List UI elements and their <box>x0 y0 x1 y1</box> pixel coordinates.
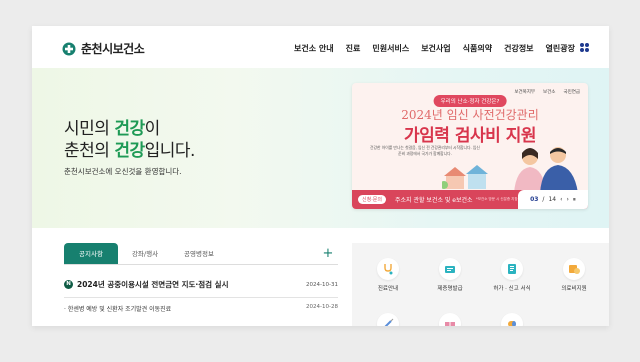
quick-item-vaccination[interactable] <box>360 313 416 326</box>
hero-line1-highlight: 건강 <box>114 119 145 139</box>
money-icon <box>563 258 585 280</box>
slide-current: 03 <box>530 196 539 203</box>
notice-item[interactable]: · 한센병 예방 및 신환자 조기발견 이동진료 2024-10-28 <box>64 304 338 313</box>
hero-line2-post: 입니다. <box>144 141 196 161</box>
grid-menu-icon[interactable] <box>580 43 589 52</box>
header: 춘천시보건소 보건소 안내 진료 민원서비스 보건사업 식품의약 건강정보 열린… <box>32 26 609 68</box>
quick-label: 제증명발급 <box>437 286 463 292</box>
banner-description: 건강한 아이를 만나는 첫걸음, 임신 전 건강관리부터 시작합니다. 임신 준… <box>370 145 480 156</box>
syringe-icon <box>377 313 399 326</box>
quick-label: 진료안내 <box>377 286 399 292</box>
gift-icon <box>439 313 461 326</box>
nav-item-treatment[interactable]: 진료 <box>346 43 361 54</box>
banner-bottom-note: *보건소 방문 시 신분증 지참 <box>476 197 518 201</box>
quick-label: 허가 · 신고 서식 <box>493 286 531 292</box>
banner-logo-health-center: 보건소 <box>543 90 556 95</box>
logo-mark-icon <box>62 42 76 55</box>
slide-total: 14 <box>548 196 557 203</box>
notice-title[interactable]: 2024년 공중이용시설 전면금연 지도·점검 실시 <box>77 279 228 290</box>
notice-item[interactable]: N 2024년 공중이용시설 전면금연 지도·점검 실시 2024-10-31 <box>64 279 338 290</box>
new-badge: N <box>64 280 73 289</box>
main-nav: 보건소 안내 진료 민원서비스 보건사업 식품의약 건강정보 열린광장 <box>294 43 575 54</box>
notice-title[interactable]: · 한센병 예방 및 신환자 조기발견 이동진료 <box>64 304 171 313</box>
nav-item-health-projects[interactable]: 보건사업 <box>421 43 450 54</box>
nav-item-open-forum[interactable]: 열린광장 <box>546 43 575 54</box>
banner-bottom-text: 주소지 관할 보건소 및 e보건소 <box>395 197 473 204</box>
quick-item-gift[interactable] <box>422 313 478 326</box>
banner-logo-pension: 국민연금 <box>563 90 580 95</box>
banner-tag: 신청·문의 <box>358 195 386 204</box>
couple-illustration-icon <box>514 147 578 193</box>
quick-item-treatment-guide[interactable]: 진료안내 <box>360 258 416 292</box>
slider-controls: 03 / 14 ‹ › ⏸ <box>518 190 588 209</box>
tab-spacer <box>226 243 318 265</box>
pause-icon[interactable]: ⏸ <box>573 196 576 204</box>
nav-item-about[interactable]: 보건소 안내 <box>294 43 334 54</box>
banner-logos: 보건복지부 보건소 국민연금 <box>514 89 580 95</box>
notice-date: 2024-10-31 <box>306 281 338 288</box>
quick-item-medical-support[interactable]: 의료비지원 <box>546 258 602 292</box>
medicine-icon <box>501 313 523 326</box>
house-illustration-icon <box>442 165 488 189</box>
nav-item-food-drug[interactable]: 식품의약 <box>463 43 492 54</box>
banner-bottom-bar: 신청·문의 주소지 관할 보건소 및 e보건소 *보건소 방문 시 신분증 지참… <box>352 190 588 209</box>
quick-item-certificate[interactable]: 제증명발급 <box>422 258 478 292</box>
hero-line1-pre: 시민의 <box>64 119 115 139</box>
hero-title: 시민의 건강이 춘천의 건강입니다. <box>64 118 195 162</box>
hero-line1-post: 이 <box>144 119 161 139</box>
quick-item-medicine[interactable] <box>484 313 540 326</box>
hero-line2-pre: 춘천의 <box>64 141 115 161</box>
document-icon <box>501 258 523 280</box>
notice-tabs: 공지사항 강좌/행사 공영병정보 + <box>64 243 338 265</box>
quick-label: 의료비지원 <box>561 286 587 292</box>
tab-lectures-events[interactable]: 강좌/행사 <box>118 243 172 265</box>
stethoscope-icon <box>377 258 399 280</box>
hero-subtitle: 춘천시보건소에 오신것을 환영합니다. <box>64 167 182 176</box>
page: 춘천시보건소 보건소 안내 진료 민원서비스 보건사업 식품의약 건강정보 열린… <box>32 26 609 326</box>
promo-banner[interactable]: 보건복지부 보건소 국민연금 우리의 난소·정자 건강은? 2024년 임신 사… <box>352 83 588 209</box>
notice-divider <box>64 297 338 298</box>
tab-hospital-info[interactable]: 공영병정보 <box>172 243 226 265</box>
certificate-icon <box>439 258 461 280</box>
prev-arrow-icon[interactable]: ‹ <box>560 196 562 203</box>
site-logo[interactable]: 춘천시보건소 <box>62 40 145 57</box>
notice-date: 2024-10-28 <box>306 304 338 310</box>
nav-item-civil-service[interactable]: 민원서비스 <box>372 43 409 54</box>
tab-notice[interactable]: 공지사항 <box>64 243 118 265</box>
slide-separator: / <box>542 196 545 203</box>
quick-item-permit-forms[interactable]: 허가 · 신고 서식 <box>484 258 540 292</box>
quick-menu: 진료안내 제증명발급 허가 · 신고 서식 의료비지원 <box>352 243 609 326</box>
banner-logo-mohw: 보건복지부 <box>514 90 536 95</box>
hero-line2-highlight: 건강 <box>114 141 145 161</box>
logo-text: 춘천시보건소 <box>81 42 145 56</box>
next-arrow-icon[interactable]: › <box>567 196 569 203</box>
nav-item-health-info[interactable]: 건강정보 <box>504 43 533 54</box>
more-plus-icon[interactable]: + <box>318 243 338 265</box>
